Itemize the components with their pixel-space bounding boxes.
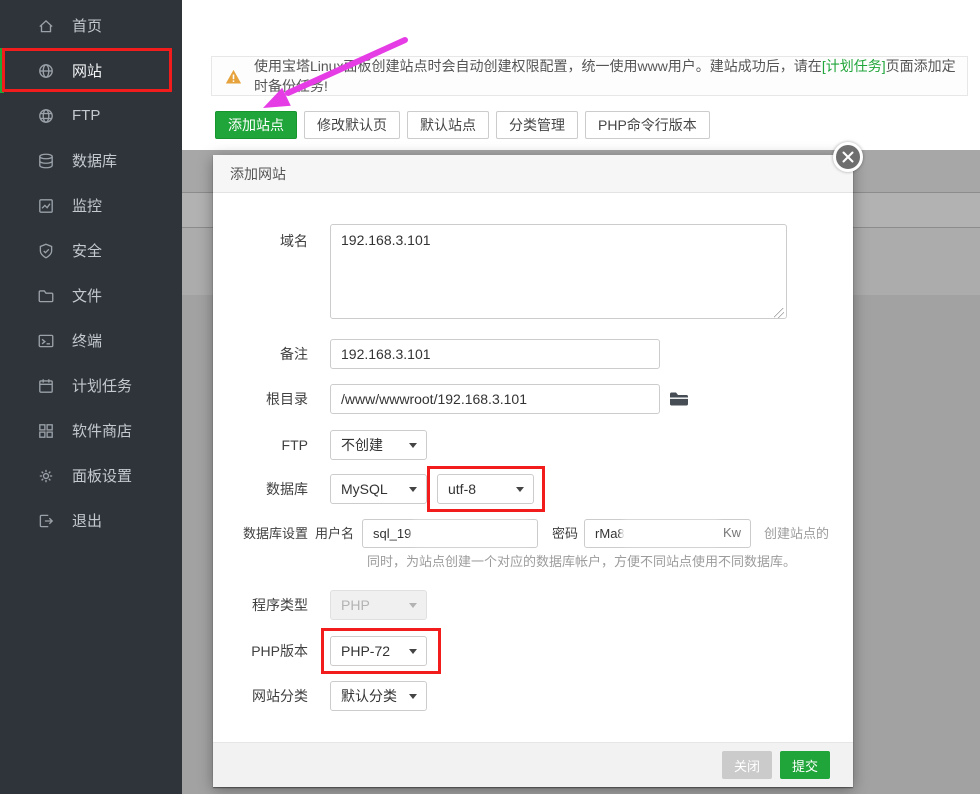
resize-grip-icon[interactable] <box>774 308 784 318</box>
database-icon <box>37 152 55 170</box>
ftp-globe-icon <box>37 107 55 125</box>
folder-icon <box>37 287 55 305</box>
sidebar-item-label: 计划任务 <box>72 375 132 396</box>
sidebar-item-cron[interactable]: 计划任务 <box>0 363 182 408</box>
php-version-row: PHP版本 PHP-72 <box>213 636 853 666</box>
site-category-select[interactable]: 默认分类 <box>330 681 427 711</box>
sidebar-item-label: 面板设置 <box>72 465 132 486</box>
home-icon <box>37 17 55 35</box>
php-cli-version-button[interactable]: PHP命令行版本 <box>585 111 710 139</box>
domain-row: 域名 192.168.3.101 <box>213 224 853 324</box>
sidebar-item-database[interactable]: 数据库 <box>0 138 182 183</box>
redaction-smudge <box>414 524 529 542</box>
password-visible-tail: Kw <box>723 525 741 540</box>
db-settings-label: 数据库设置 <box>213 519 308 548</box>
root-dir-label: 根目录 <box>213 384 308 414</box>
root-dir-input[interactable] <box>330 384 660 414</box>
username-label: 用户名 <box>315 519 354 548</box>
php-version-label: PHP版本 <box>213 636 308 666</box>
sidebar-item-label: 终端 <box>72 330 102 351</box>
default-site-button[interactable]: 默认站点 <box>407 111 489 139</box>
site-toolbar: 添加站点 修改默认页 默认站点 分类管理 PHP命令行版本 <box>215 111 710 139</box>
db-note-line: 同时，为站点创建一个对应的数据库帐户，方便不同站点使用不同数据库。 <box>367 551 796 570</box>
domain-label: 域名 <box>213 224 308 324</box>
database-label: 数据库 <box>213 474 308 504</box>
sidebar-item-security[interactable]: 安全 <box>0 228 182 273</box>
redaction-smudge <box>624 524 719 542</box>
domain-textarea[interactable]: 192.168.3.101 <box>330 224 787 319</box>
ftp-select[interactable]: 不创建 <box>330 430 427 460</box>
sidebar: 首页 网站 FTP 数据库 监控 安全 文件 终端 计划任务 软件商店 面板设置 <box>0 0 182 794</box>
gear-icon <box>37 467 55 485</box>
warning-icon <box>225 69 242 84</box>
modal-title: 添加网站 <box>213 155 853 193</box>
cancel-button[interactable]: 关闭 <box>722 751 772 779</box>
modify-default-page-button[interactable]: 修改默认页 <box>304 111 400 139</box>
site-category-row: 网站分类 默认分类 <box>213 681 853 711</box>
ftp-row: FTP 不创建 <box>213 430 853 460</box>
sidebar-item-home[interactable]: 首页 <box>0 3 182 48</box>
terminal-icon <box>37 332 55 350</box>
warning-banner: 使用宝塔Linux面板创建站点时会自动创建权限配置，统一使用www用户。建站成功… <box>211 56 968 96</box>
sidebar-item-label: 监控 <box>72 195 102 216</box>
cron-link[interactable]: [计划任务] <box>822 58 886 74</box>
sidebar-item-label: FTP <box>72 107 100 124</box>
sidebar-item-label: 软件商店 <box>72 420 132 441</box>
modal-footer: 关闭 提交 <box>213 742 853 787</box>
sidebar-item-website[interactable]: 网站 <box>0 48 182 93</box>
php-version-select[interactable]: PHP-72 <box>330 636 427 666</box>
close-icon[interactable] <box>833 142 863 172</box>
ftp-label: FTP <box>213 430 308 460</box>
sidebar-item-label: 首页 <box>72 15 102 36</box>
sidebar-item-terminal[interactable]: 终端 <box>0 318 182 363</box>
root-dir-row: 根目录 <box>213 384 853 414</box>
logout-icon <box>37 512 55 530</box>
sidebar-item-appstore[interactable]: 软件商店 <box>0 408 182 453</box>
program-type-row: 程序类型 PHP <box>213 590 853 620</box>
program-type-select: PHP <box>330 590 427 620</box>
sidebar-item-label: 安全 <box>72 240 102 261</box>
db-note-right: 创建站点的 <box>764 519 829 548</box>
sidebar-item-label: 数据库 <box>72 150 117 171</box>
sidebar-item-settings[interactable]: 面板设置 <box>0 453 182 498</box>
calendar-icon <box>37 377 55 395</box>
warning-text: 使用宝塔Linux面板创建站点时会自动创建权限配置，统一使用www用户。建站成功… <box>254 56 967 96</box>
note-row: 备注 <box>213 339 853 369</box>
sidebar-item-ftp[interactable]: FTP <box>0 93 182 138</box>
sidebar-item-label: 文件 <box>72 285 102 306</box>
sidebar-item-monitor[interactable]: 监控 <box>0 183 182 228</box>
globe-icon <box>37 62 55 80</box>
browse-folder-icon[interactable] <box>668 388 690 410</box>
monitor-chart-icon <box>37 197 55 215</box>
database-row: 数据库 MySQL utf-8 <box>213 474 853 504</box>
database-charset-select[interactable]: utf-8 <box>437 474 534 504</box>
password-label: 密码 <box>552 519 578 548</box>
submit-button[interactable]: 提交 <box>780 751 830 779</box>
sidebar-item-label: 网站 <box>72 60 102 81</box>
note-input[interactable] <box>330 339 660 369</box>
site-category-label: 网站分类 <box>213 681 308 711</box>
add-website-modal: 添加网站 域名 192.168.3.101 备注 根目录 <box>213 155 853 787</box>
add-site-button[interactable]: 添加站点 <box>215 111 297 139</box>
shield-icon <box>37 242 55 260</box>
category-manage-button[interactable]: 分类管理 <box>496 111 578 139</box>
main-content: 使用宝塔Linux面板创建站点时会自动创建权限配置，统一使用www用户。建站成功… <box>182 0 980 794</box>
grid-icon <box>37 422 55 440</box>
program-type-label: 程序类型 <box>213 590 308 620</box>
database-engine-select[interactable]: MySQL <box>330 474 427 504</box>
sidebar-item-files[interactable]: 文件 <box>0 273 182 318</box>
sidebar-item-label: 退出 <box>72 510 102 531</box>
note-label: 备注 <box>213 339 308 369</box>
db-settings-row: 数据库设置 用户名 密码 Kw 创建站点的 <box>213 519 853 548</box>
sidebar-item-logout[interactable]: 退出 <box>0 498 182 543</box>
